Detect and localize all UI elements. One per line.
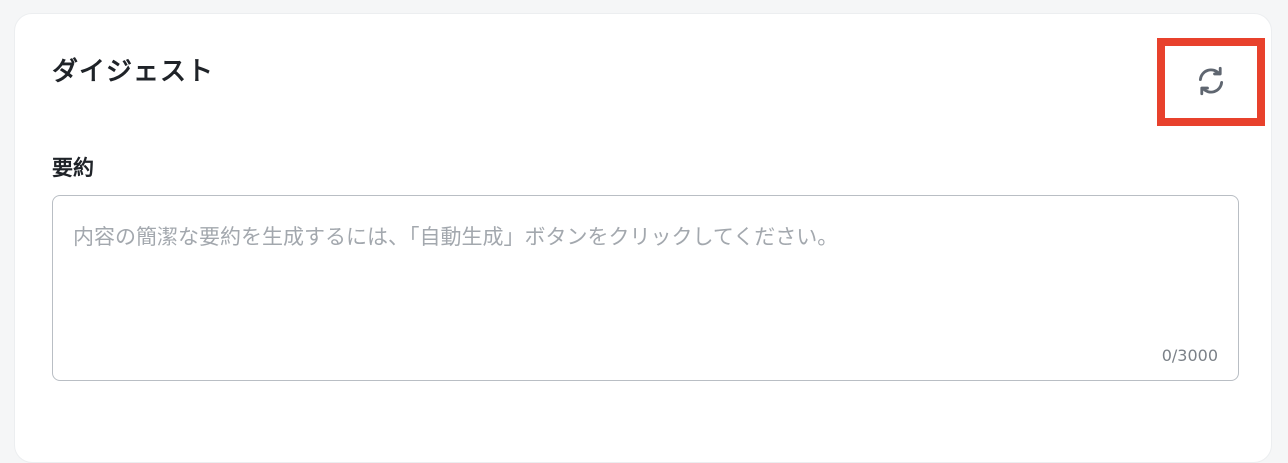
refresh-button[interactable] bbox=[1189, 60, 1233, 104]
summary-textarea[interactable] bbox=[53, 196, 1238, 380]
digest-card: ダイジェスト 要約 0/3000 bbox=[14, 13, 1272, 463]
digest-title: ダイジェスト bbox=[52, 57, 215, 87]
summary-field: 0/3000 bbox=[52, 195, 1239, 381]
character-counter: 0/3000 bbox=[1161, 346, 1218, 365]
summary-label: 要約 bbox=[52, 156, 94, 180]
refresh-highlight bbox=[1157, 38, 1265, 126]
refresh-icon bbox=[1194, 64, 1228, 101]
